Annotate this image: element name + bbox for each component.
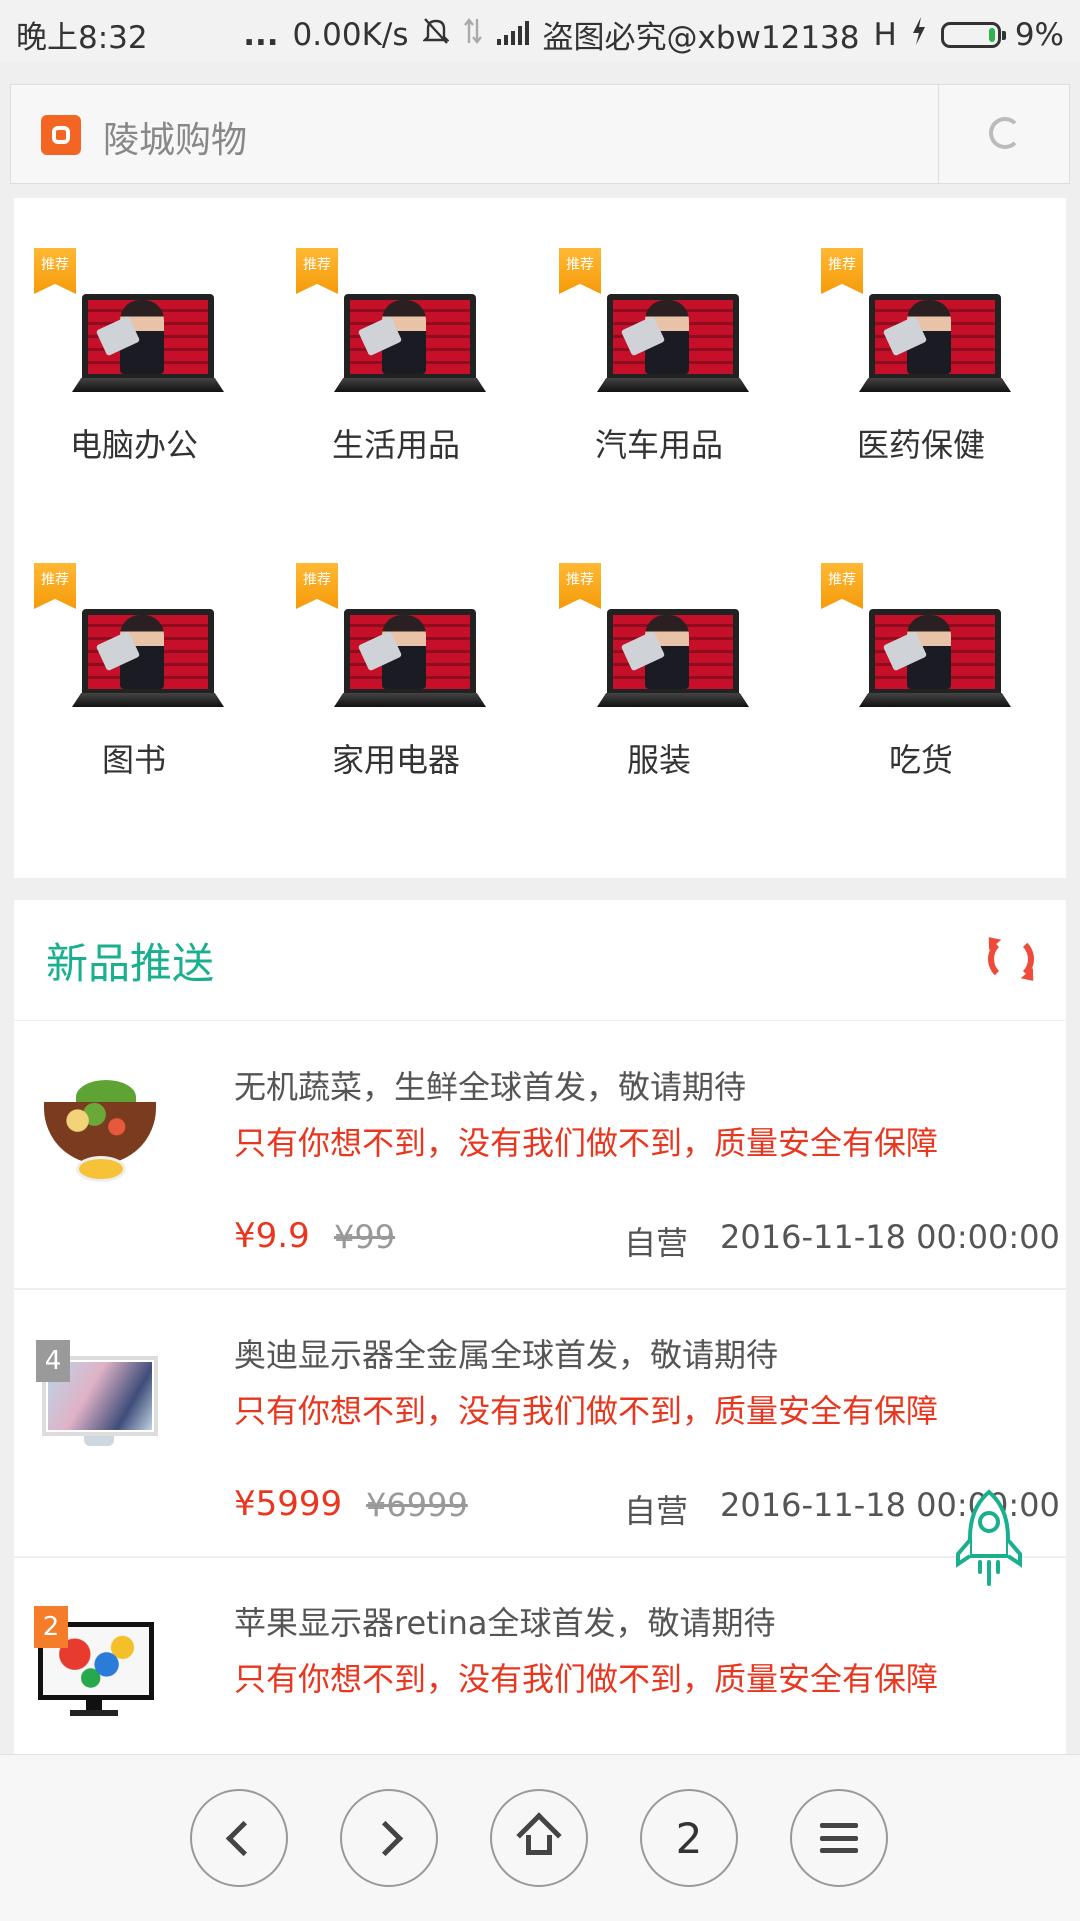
laptop-image [859, 294, 1011, 394]
recommend-badge: 推荐 [821, 563, 863, 609]
laptop-image [334, 609, 486, 709]
section-header: 新品推送 [14, 900, 1066, 1021]
tab-count: 2 [675, 1813, 703, 1863]
product-desc: 只有你想不到，没有我们做不到，质量安全有保障 [234, 1124, 939, 1162]
category-grid: 推荐 电脑办公 推荐 生活用品 推荐 汽车用品 推荐 医药保健 推荐 图书 推荐… [14, 198, 1066, 878]
back-button[interactable] [190, 1789, 288, 1887]
recommend-badge: 推荐 [34, 248, 76, 294]
recommend-badge: 推荐 [34, 563, 76, 609]
category-label: 电脑办公 [69, 426, 198, 464]
product-image [36, 1072, 164, 1192]
status-bar: 晚上8:32 ... 0.00K/s 盗图必究@xbw12138 H 9% [0, 0, 1080, 62]
category-item[interactable]: 推荐 家用电器 [276, 513, 516, 779]
net-speed: 0.00K/s [292, 16, 409, 53]
chevron-left-icon [225, 1820, 261, 1856]
charging-icon [911, 16, 927, 53]
product-old-price: ¥99 [334, 1218, 396, 1256]
product-date: 2016-11-18 00:00:00 [720, 1218, 1060, 1256]
section-title: 新品推送 [46, 939, 215, 988]
category-label: 图书 [101, 741, 166, 779]
category-label: 生活用品 [331, 426, 460, 464]
laptop-image [72, 294, 224, 394]
category-item[interactable]: 推荐 医药保健 [801, 198, 1041, 464]
signal-icon [496, 17, 529, 53]
product-desc: 只有你想不到，没有我们做不到，质量安全有保障 [234, 1392, 939, 1430]
category-label: 家用电器 [331, 741, 460, 779]
laptop-image [597, 294, 749, 394]
forward-button[interactable] [340, 1789, 438, 1887]
product-name: 苹果显示器retina全球首发，敬请期待 [234, 1604, 776, 1642]
category-label: 汽车用品 [594, 426, 723, 464]
recommend-badge: 推荐 [559, 563, 601, 609]
browser-bottom-nav: 2 [0, 1754, 1080, 1921]
status-right: ... 0.00K/s 盗图必究@xbw12138 H 9% [243, 12, 1064, 57]
product-price: ¥5999 [234, 1484, 343, 1524]
rank-badge: 4 [36, 1340, 70, 1382]
category-item[interactable]: 推荐 服装 [539, 513, 779, 779]
chevron-right-icon [367, 1820, 403, 1856]
home-button[interactable] [490, 1789, 588, 1887]
product-image: 4 [36, 1340, 164, 1460]
category-item[interactable]: 推荐 汽车用品 [539, 198, 779, 464]
product-desc: 只有你想不到，没有我们做不到，质量安全有保障 [234, 1660, 939, 1698]
category-item[interactable]: 推荐 电脑办公 [14, 198, 254, 464]
home-icon [516, 1812, 562, 1858]
recommend-badge: 推荐 [296, 248, 338, 294]
carrier-text: 盗图必究@xbw12138 [542, 20, 860, 56]
browser-address-bar[interactable]: 陵城购物 [10, 84, 1070, 184]
mute-bell-icon [421, 17, 450, 53]
refresh-icon[interactable] [988, 936, 1034, 982]
tabs-button[interactable]: 2 [640, 1789, 738, 1887]
data-arrows-icon [463, 17, 483, 53]
product-seller: 自营 [624, 1224, 689, 1262]
product-image: 2 [34, 1606, 162, 1726]
address-divider [938, 85, 939, 183]
laptop-image [334, 294, 486, 394]
laptop-image [859, 609, 1011, 709]
laptop-image [597, 609, 749, 709]
back-to-top-rocket-icon[interactable] [954, 1488, 1024, 1588]
battery-icon [940, 21, 1006, 48]
category-label: 吃货 [888, 741, 953, 779]
recommend-badge: 推荐 [559, 248, 601, 294]
product-name: 奥迪显示器全金属全球首发，敬请期待 [234, 1336, 779, 1374]
product-seller: 自营 [624, 1492, 689, 1530]
reload-icon[interactable] [989, 117, 1021, 149]
category-item[interactable]: 推荐 图书 [14, 513, 254, 779]
category-label: 服装 [626, 741, 691, 779]
laptop-image [72, 609, 224, 709]
rank-badge: 2 [34, 1606, 68, 1648]
category-label: 医药保健 [856, 426, 985, 464]
category-item[interactable]: 推荐 吃货 [801, 513, 1041, 779]
site-logo-icon [41, 115, 81, 155]
status-time: 晚上8:32 [16, 20, 148, 56]
category-item[interactable]: 推荐 生活用品 [276, 198, 516, 464]
recommend-badge: 推荐 [296, 563, 338, 609]
product-old-price: ¥6999 [366, 1486, 468, 1524]
more-dots-icon: ... [243, 16, 279, 53]
recommend-badge: 推荐 [821, 248, 863, 294]
product-row[interactable]: 无机蔬菜，生鲜全球首发，敬请期待 只有你想不到，没有我们做不到，质量安全有保障 … [14, 1022, 1066, 1290]
page-title: 陵城购物 [103, 120, 248, 161]
product-price: ¥9.9 [234, 1216, 310, 1256]
menu-button[interactable] [790, 1789, 888, 1887]
product-row[interactable]: 4 奥迪显示器全金属全球首发，敬请期待 只有你想不到，没有我们做不到，质量安全有… [14, 1290, 1066, 1558]
menu-icon [820, 1823, 858, 1853]
network-type: H [873, 16, 897, 53]
product-name: 无机蔬菜，生鲜全球首发，敬请期待 [234, 1068, 747, 1106]
battery-percent: 9% [1014, 16, 1064, 53]
